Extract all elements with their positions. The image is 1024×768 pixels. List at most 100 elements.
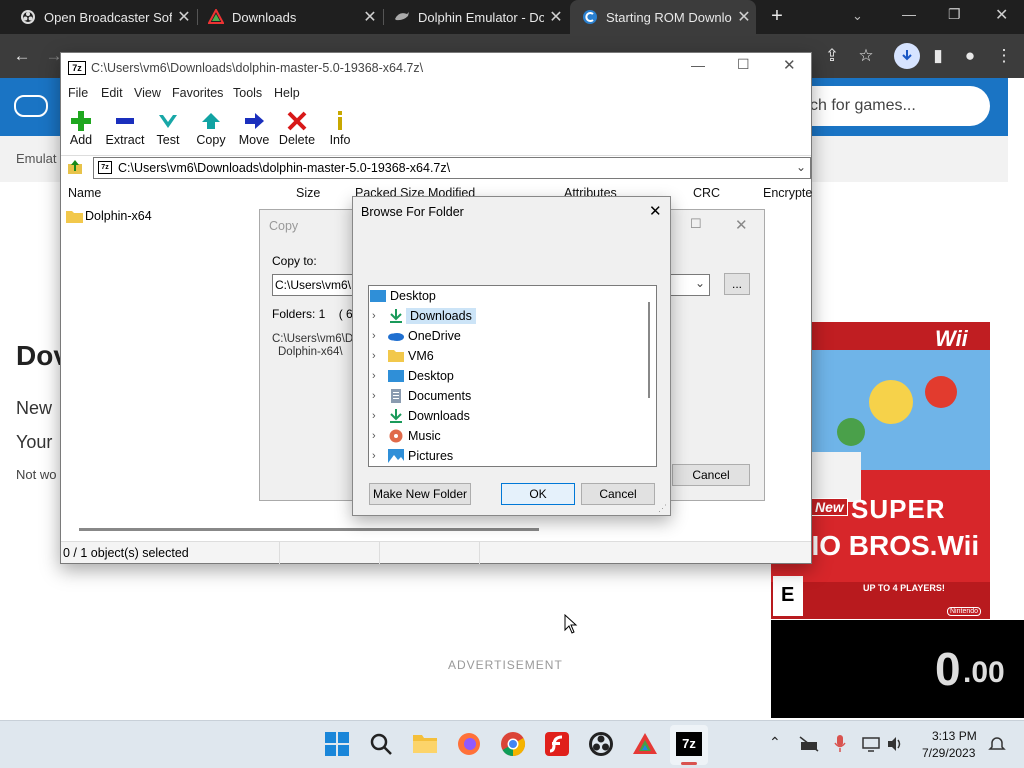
column-header-size[interactable]: Size (296, 186, 320, 200)
tree-item-documents[interactable]: › Documents (369, 386, 471, 406)
make-new-folder-button[interactable]: Make New Folder (369, 483, 471, 505)
tree-item-downloads[interactable]: › Downloads (369, 306, 476, 326)
close-tab-icon[interactable]: ✕ (358, 7, 382, 27)
tab-search-icon[interactable]: ⌄ (852, 8, 863, 24)
clock-time[interactable]: 3:13 PM (932, 729, 977, 743)
7zip-taskbar-item[interactable]: 7z (670, 725, 708, 765)
back-icon[interactable]: ← (8, 34, 36, 78)
share-icon[interactable]: ⇪ (818, 34, 846, 78)
chevron-right-icon[interactable]: › (372, 410, 384, 422)
folder-tree[interactable]: Desktop › Downloads › OneDrive › VM6 › D… (368, 285, 657, 467)
column-header-crc[interactable]: CRC (693, 186, 720, 200)
firefox-icon[interactable] (456, 731, 482, 757)
volume-icon[interactable] (886, 735, 904, 753)
tab-downloads[interactable]: Downloads ✕ (196, 0, 382, 34)
flash-player-icon[interactable] (544, 731, 570, 757)
chevron-right-icon[interactable]: › (372, 370, 384, 382)
obs-icon[interactable] (588, 731, 614, 757)
menu-favorites[interactable]: Favorites (172, 86, 223, 100)
column-header-encrypted[interactable]: Encrypte (763, 186, 812, 200)
close-tab-icon[interactable]: ✕ (544, 7, 568, 27)
tray-overflow-icon[interactable]: ⌃ (769, 734, 781, 751)
browse-button[interactable]: ... (724, 273, 750, 295)
boxart-publisher: Nintendo (947, 607, 982, 616)
column-header-name[interactable]: Name (68, 186, 101, 200)
ok-button[interactable]: OK (501, 483, 575, 505)
extract-button[interactable]: Extract (103, 109, 147, 153)
page-line-1: New (16, 398, 53, 418)
network-icon[interactable] (799, 736, 819, 752)
menu-tools[interactable]: Tools (233, 86, 262, 100)
info-button[interactable]: Info (318, 109, 362, 153)
tree-item-pictures[interactable]: › Pictures (369, 446, 453, 466)
delete-button[interactable]: Delete (275, 109, 319, 153)
bookmark-star-icon[interactable]: ☆ (852, 34, 880, 78)
cancel-button[interactable]: Cancel (672, 464, 750, 486)
close-tab-icon[interactable]: ✕ (732, 7, 756, 27)
start-menu-icon[interactable] (324, 731, 350, 757)
menu-icon[interactable]: ⋮ (990, 34, 1018, 78)
move-button[interactable]: Move (232, 109, 276, 153)
chevron-down-icon[interactable]: ⌄ (796, 160, 806, 174)
close-tab-icon[interactable]: ✕ (172, 7, 196, 27)
tree-item-vm6[interactable]: › VM6 (369, 346, 434, 366)
notifications-icon[interactable] (988, 735, 1006, 753)
close-window-icon[interactable]: ✕ (995, 5, 1008, 25)
minimize-icon[interactable]: — (691, 57, 705, 73)
close-icon[interactable]: ✕ (735, 216, 748, 234)
chevron-right-icon[interactable]: › (372, 310, 384, 322)
chevron-right-icon[interactable]: › (372, 350, 384, 362)
tree-scrollbar[interactable] (648, 302, 650, 398)
up-folder-icon[interactable] (67, 159, 83, 175)
microphone-icon[interactable] (834, 734, 846, 754)
tree-item-label: Desktop (390, 289, 436, 303)
tab-obs[interactable]: Open Broadcaster Softw ✕ (8, 0, 196, 34)
menu-edit[interactable]: Edit (101, 86, 123, 100)
tab-dolphin[interactable]: Dolphin Emulator - Do ✕ (382, 0, 568, 34)
tree-item-music[interactable]: › Music (369, 426, 441, 446)
minimize-icon[interactable]: — (902, 6, 916, 22)
tree-item-onedrive[interactable]: › OneDrive (369, 326, 461, 346)
clock-date[interactable]: 7/29/2023 (922, 746, 975, 760)
menu-view[interactable]: View (134, 86, 161, 100)
display-icon[interactable] (862, 735, 880, 753)
close-icon[interactable]: ✕ (783, 56, 796, 74)
maximize-icon[interactable]: ☐ (737, 56, 750, 73)
chevron-right-icon[interactable]: › (372, 390, 384, 402)
add-button[interactable]: Add (59, 109, 103, 153)
new-tab-button[interactable]: + (764, 5, 790, 29)
chevron-right-icon[interactable]: › (372, 330, 384, 342)
tree-item-desktop[interactable]: › Desktop (369, 366, 454, 386)
chevron-right-icon[interactable]: › (372, 430, 384, 442)
page-line-3: Not wo (16, 467, 57, 482)
tree-item-downloads-2[interactable]: › Downloads (369, 406, 470, 426)
search-icon[interactable] (368, 731, 394, 757)
menu-file[interactable]: File (68, 86, 88, 100)
menu-help[interactable]: Help (274, 86, 300, 100)
maximize-icon[interactable]: ☐ (690, 216, 702, 232)
close-icon[interactable]: ✕ (649, 202, 662, 220)
copy-button[interactable]: Copy (189, 109, 233, 153)
source-path-2: Dolphin-x64\ (278, 346, 343, 358)
resize-grip-icon[interactable]: ⋰ (658, 503, 667, 514)
horizontal-scrollbar[interactable] (79, 528, 539, 531)
chevron-down-icon[interactable]: ⌄ (695, 276, 705, 290)
side-panel-icon[interactable]: ▮ (924, 34, 952, 78)
site-search-input[interactable]: ch for games... (790, 86, 990, 126)
download-indicator-icon[interactable] (894, 43, 920, 69)
proton-icon[interactable] (632, 731, 658, 757)
tab-starting-rom[interactable]: Starting ROM Downloa ✕ (570, 0, 756, 34)
restore-icon[interactable]: ❐ (948, 6, 961, 23)
test-button[interactable]: Test (146, 109, 190, 153)
breadcrumb[interactable]: Emulat (16, 151, 56, 166)
gamepad-icon[interactable] (14, 95, 48, 117)
chrome-icon[interactable] (500, 731, 526, 757)
path-combobox[interactable]: 7z C:\Users\vm6\Downloads\dolphin-master… (93, 157, 811, 179)
tree-item-desktop-root[interactable]: Desktop (369, 286, 436, 306)
speedrun-timer: 0 .00 (771, 620, 1024, 718)
cancel-button[interactable]: Cancel (581, 483, 655, 505)
chevron-right-icon[interactable]: › (372, 450, 384, 462)
file-explorer-icon[interactable] (412, 731, 438, 757)
table-row[interactable]: Dolphin-x64 (66, 207, 152, 225)
profile-icon[interactable]: ● (956, 34, 984, 78)
